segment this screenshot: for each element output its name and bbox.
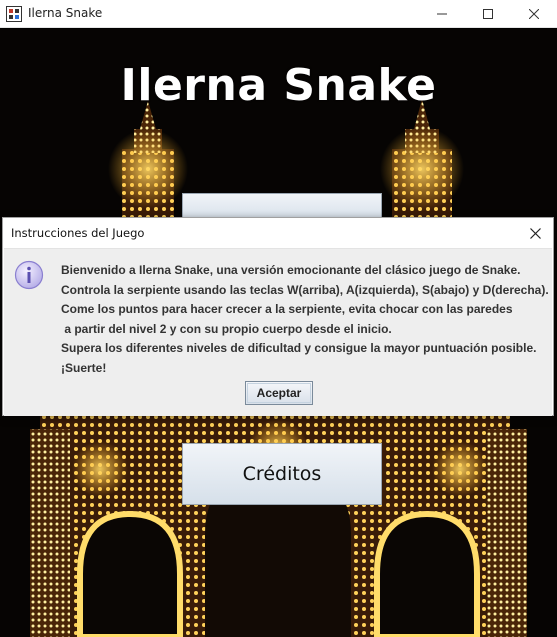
minimize-button[interactable] [419,0,465,28]
app-icon [6,6,22,22]
close-icon [529,227,541,239]
game-title: Ilerna Snake [120,60,437,111]
maximize-button[interactable] [465,0,511,28]
dialog-body: Bienvenido a Ilerna Snake, una versión e… [4,248,552,416]
dialog-titlebar: Instrucciones del Juego [3,218,553,248]
message-line: a partir del nivel 2 y con su propio cue… [61,321,392,336]
window-title: Ilerna Snake [28,6,103,20]
dialog-message: Bienvenido a Ilerna Snake, una versión e… [61,261,549,378]
message-line: ¡Suerte! [61,360,107,375]
message-line: Supera los diferentes niveles de dificul… [61,341,537,355]
message-line: Controla la serpiente usando las teclas … [61,282,549,297]
minimize-icon [437,13,447,15]
close-icon [529,9,539,19]
close-button[interactable] [511,0,557,28]
message-line: Come los puntos para hacer crecer a la s… [61,302,513,316]
dialog-close-button[interactable] [525,223,545,243]
accept-button[interactable]: Aceptar [245,381,313,405]
dialog-title: Instrucciones del Juego [11,226,145,240]
maximize-icon [483,9,493,19]
message-line: Bienvenido a Ilerna Snake, una versión e… [61,263,521,277]
info-icon [14,260,44,290]
window-titlebar: Ilerna Snake [0,0,557,28]
instructions-dialog: Instrucciones del Juego Bienvenido a Ile… [2,217,554,416]
credits-button[interactable]: Créditos [182,443,382,505]
